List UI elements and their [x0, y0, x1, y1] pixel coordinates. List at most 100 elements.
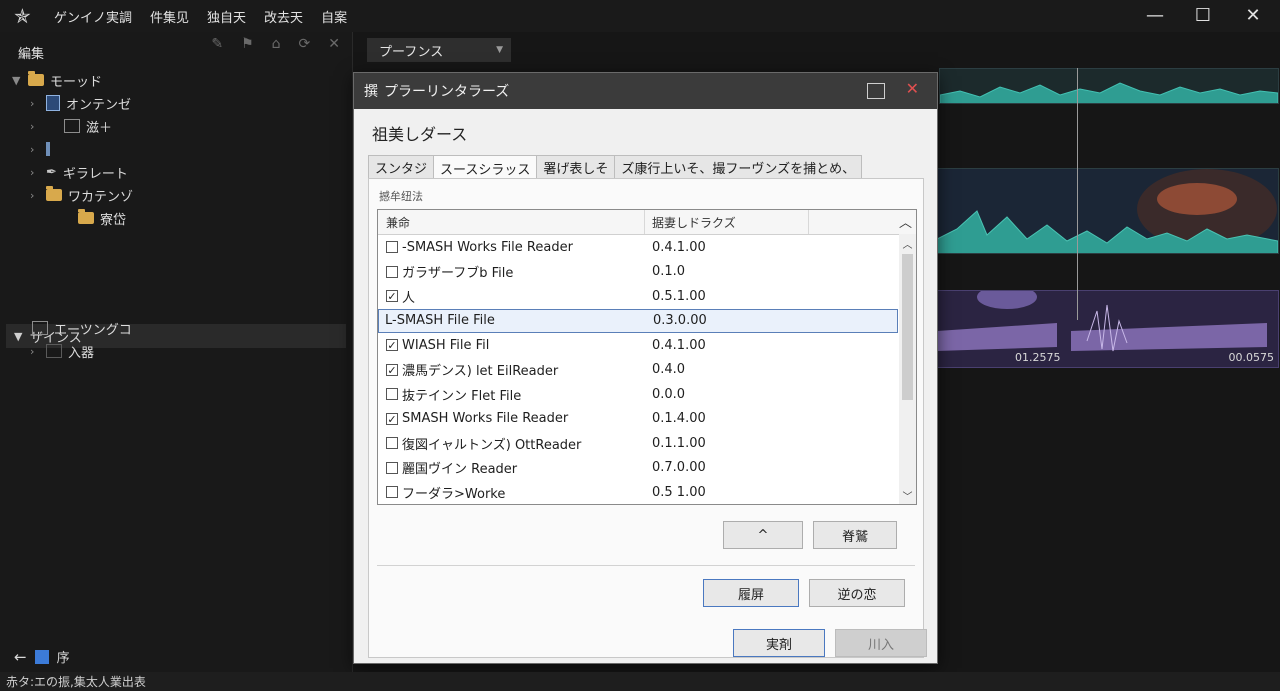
close-icon[interactable]: ✕ — [1230, 0, 1276, 30]
purple-clip[interactable]: 01.2575 00.0575 — [936, 290, 1279, 368]
checkbox[interactable]: ✓ — [386, 339, 398, 352]
scroll-up-icon[interactable]: ︿ — [899, 236, 916, 252]
frame-icon — [32, 321, 48, 335]
close-icon[interactable]: ✕ — [906, 79, 919, 98]
section-item-label: 入器 — [68, 345, 95, 361]
menu-item-4[interactable]: 改去天 — [264, 7, 303, 26]
plugin-version: 0.1.0 — [652, 264, 686, 279]
expanded-arrow-icon[interactable]: ▼ — [14, 330, 30, 343]
collapsed-arrow-icon[interactable]: › — [30, 97, 46, 110]
maximize-icon[interactable] — [867, 83, 885, 99]
plugin-version: 0.1.1.00 — [652, 435, 706, 451]
menu-item-2[interactable]: 件集见 — [150, 7, 189, 26]
vertical-scrollbar[interactable]: ︿ ﹀ — [899, 234, 916, 504]
bookmark-icon[interactable]: ⚑ — [241, 36, 254, 52]
pencil-icon[interactable]: ✎ — [211, 36, 223, 52]
video-clip[interactable] — [936, 168, 1279, 254]
scroll-down-icon[interactable]: ﹀ — [899, 488, 916, 504]
bottom-nav-label: 序 — [56, 651, 70, 666]
checkbox[interactable] — [386, 461, 398, 474]
tree-item[interactable]: › — [30, 138, 50, 160]
maximize-icon[interactable]: ☐ — [1180, 0, 1226, 30]
expanded-arrow-icon[interactable]: ▼ — [12, 74, 28, 87]
scroll-thumb[interactable] — [902, 254, 913, 400]
sort-up-icon[interactable]: ︿ — [899, 212, 912, 231]
tree-item[interactable]: › ワカテンゾ — [30, 184, 133, 206]
ok-button[interactable]: 実剤 — [733, 629, 825, 657]
list-item[interactable]: ✓ SMASH Works File Reader 0.1.4.00 — [378, 407, 898, 431]
checkbox[interactable] — [386, 241, 398, 253]
tree-item[interactable]: › オンテンゼ — [30, 92, 131, 114]
plugin-dialog: 撰 プラーリンタラーズ ✕ 祖美しダース スンタジ スースシラッス 署げ表しそ … — [353, 72, 938, 664]
apply-button[interactable]: 履屏 — [703, 579, 799, 607]
edit-button[interactable]: 脊鷲 — [813, 521, 897, 549]
list-item[interactable]: ✓ 人 0.5.1.00 — [378, 284, 898, 308]
tab-1[interactable]: スンタジ — [368, 155, 435, 179]
tree-item[interactable]: 寮岱 — [78, 207, 126, 229]
preset-dropdown[interactable]: プーフンス ▼ — [367, 38, 511, 62]
back-arrow-icon[interactable]: ← — [14, 648, 27, 666]
list-item[interactable]: L-SMASH File File 0.3.0.00 — [378, 308, 898, 333]
collapsed-arrow-icon[interactable]: › — [30, 345, 46, 358]
audio-clip-top[interactable] — [939, 68, 1279, 104]
blue-square-icon[interactable] — [34, 649, 49, 664]
tab-3[interactable]: 署げ表しそ — [536, 155, 616, 179]
menu-item-5[interactable]: 自案 — [321, 7, 347, 26]
collapsed-arrow-icon[interactable]: › — [30, 166, 46, 179]
plugin-version: 0.4.1.00 — [652, 337, 706, 353]
plugin-name: WIASH File Fil — [402, 337, 490, 353]
tab-panel: 撼牟纽法 兼命 据妻しドラクズ ︿ -SMASH Works File Read… — [368, 178, 927, 658]
minimize-icon[interactable]: — — [1132, 0, 1178, 30]
list-item[interactable]: ガラザーフブb File 0.1.0 — [378, 260, 898, 284]
tab-4[interactable]: ズ康行上いそ、撮フーヴンズを捕とめ、 — [614, 155, 863, 179]
collapsed-arrow-icon[interactable]: › — [30, 120, 46, 133]
collapsed-arrow-icon[interactable]: › — [30, 189, 46, 202]
column-header-version[interactable]: 据妻しドラクズ — [652, 214, 736, 231]
tab-2[interactable]: スースシラッス — [433, 155, 538, 180]
dialog-titlebar[interactable]: 撰 プラーリンタラーズ ✕ — [354, 73, 937, 109]
menu-item-1[interactable]: ゲンイノ実調 — [54, 7, 132, 26]
refresh-icon[interactable]: ⟳ — [299, 36, 311, 52]
section-item[interactable]: › 入器 — [30, 340, 94, 362]
playhead[interactable] — [1077, 68, 1078, 320]
plugin-name: -SMASH Works File Reader — [402, 239, 573, 255]
tree-item[interactable]: › ✒ ギラレート — [30, 161, 128, 183]
list-item[interactable]: 復図イャルトンズ) OttReader 0.1.1.00 — [378, 431, 898, 455]
list-item[interactable]: ✓ 濃馬デンス) let EilReader 0.4.0 — [378, 358, 898, 382]
tree-item[interactable]: › 滋＋ — [30, 115, 112, 137]
checkbox[interactable]: ✓ — [386, 363, 398, 376]
folder-icon — [46, 186, 62, 201]
cancel-button[interactable]: 川入 — [835, 629, 927, 657]
plugin-version: 0.4.1.00 — [652, 239, 706, 255]
plugin-name: 濃馬デンス) let EilReader — [402, 364, 559, 379]
list-item[interactable]: ✓ WIASH File Fil 0.4.1.00 — [378, 333, 898, 357]
checkbox[interactable]: ✓ — [386, 290, 398, 303]
plugin-name: 麗国ヴイン Reader — [402, 462, 518, 477]
reset-button[interactable]: 逆の恋 — [809, 579, 905, 607]
section-item[interactable]: エーツングコ — [32, 317, 132, 339]
checkbox[interactable] — [386, 388, 398, 400]
list-item[interactable]: -SMASH Works File Reader 0.4.1.00 — [378, 235, 898, 259]
column-header-name[interactable]: 兼命 — [386, 214, 410, 231]
plugin-name: ガラザーフブb File — [402, 266, 514, 281]
checkbox[interactable] — [386, 486, 398, 498]
plugin-name: SMASH Works File Reader — [402, 411, 569, 426]
home-icon[interactable]: ⌂ — [272, 36, 281, 52]
folder-icon — [28, 71, 44, 86]
checkbox[interactable]: ✓ — [386, 412, 398, 425]
checkbox[interactable] — [386, 265, 398, 278]
list-item[interactable]: 麗国ヴイン Reader 0.7.0.00 — [378, 456, 898, 480]
collapsed-arrow-icon[interactable]: › — [30, 143, 46, 156]
tree-item-root[interactable]: ▼ モーッド — [12, 69, 102, 91]
menu-bar: ✯ ゲンイノ実調 件集见 独自天 改去天 自案 — [0, 0, 1280, 32]
checkbox[interactable] — [386, 437, 398, 449]
bar-icon — [46, 142, 50, 156]
close-panel-icon[interactable]: ✕ — [328, 36, 340, 52]
move-up-button[interactable]: ^ — [723, 521, 803, 549]
app-logo-icon[interactable]: ✯ — [14, 4, 40, 28]
menu-item-3[interactable]: 独自天 — [207, 7, 246, 26]
tree-item-label: 寮岱 — [100, 212, 127, 228]
list-item[interactable]: 抜テインン Flet File 0.0.0 — [378, 382, 898, 406]
list-item[interactable]: フーダラ>Worke 0.5 1.00 — [378, 480, 898, 504]
plugin-version: 0.1.4.00 — [652, 411, 706, 426]
